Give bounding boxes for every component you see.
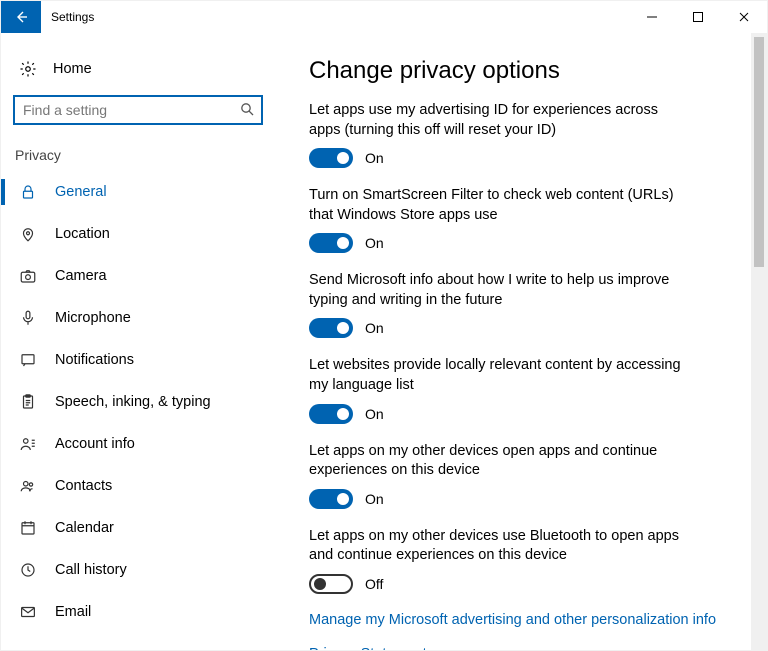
search-input[interactable] [13,95,263,125]
vertical-scrollbar[interactable] [751,33,767,650]
sidebar-item-label: Camera [55,268,107,284]
sidebar-item-label: Contacts [55,478,112,494]
body: Home Privacy Genera [1,33,767,650]
option-bluetooth: Let apps on my other devices use Bluetoo… [309,527,743,594]
scrollbar-thumb[interactable] [754,37,764,267]
sidebar: Home Privacy Genera [1,33,279,650]
contacts-icon [19,477,37,495]
sidebar-group-label: Privacy [1,133,279,171]
toggle-row: On [309,148,743,168]
toggle-state: On [365,406,384,422]
option-desc: Let websites provide locally relevant co… [309,356,689,395]
sidebar-item-label: Email [55,604,91,620]
toggle-typing-info[interactable] [309,318,353,338]
option-desc: Let apps on my other devices open apps a… [309,442,689,481]
toggle-state: Off [365,576,383,592]
option-desc: Let apps use my advertising ID for exper… [309,101,689,140]
calendar-icon [19,519,37,537]
sidebar-item-general[interactable]: General [1,171,279,213]
location-icon [19,225,37,243]
sidebar-item-label: General [55,184,107,200]
sidebar-item-label: Calendar [55,520,114,536]
sidebar-item-label: Speech, inking, & typing [55,394,211,410]
minimize-button[interactable] [629,1,675,33]
camera-icon [19,267,37,285]
email-icon [19,603,37,621]
close-button[interactable] [721,1,767,33]
sidebar-item-label: Location [55,226,110,242]
gear-icon [19,60,37,78]
option-desc: Send Microsoft info about how I write to… [309,271,689,310]
search-icon [239,101,255,117]
back-button[interactable] [1,1,41,33]
sidebar-item-calendar[interactable]: Calendar [1,507,279,549]
sidebar-item-camera[interactable]: Camera [1,255,279,297]
toggle-row: On [309,404,743,424]
toggle-language-list[interactable] [309,404,353,424]
option-typing-info: Send Microsoft info about how I write to… [309,271,743,338]
history-icon [19,561,37,579]
sidebar-nav: General Location C [1,171,279,633]
toggle-row: On [309,233,743,253]
sidebar-home-label: Home [53,61,92,77]
main-area: Change privacy options Let apps use my a… [279,33,767,650]
option-desc: Let apps on my other devices use Bluetoo… [309,527,689,566]
option-cross-device: Let apps on my other devices open apps a… [309,442,743,509]
sidebar-item-label: Account info [55,436,135,452]
sidebar-item-microphone[interactable]: Microphone [1,297,279,339]
link-privacy-statement[interactable]: Privacy Statement [309,646,743,650]
search-container [1,89,279,133]
toggle-row: Off [309,574,743,594]
arrow-left-icon [13,9,29,25]
sidebar-item-location[interactable]: Location [1,213,279,255]
titlebar: Settings [1,1,767,33]
sidebar-item-email[interactable]: Email [1,591,279,633]
content: Change privacy options Let apps use my a… [279,33,751,650]
toggle-state: On [365,235,384,251]
toggle-cross-device[interactable] [309,489,353,509]
sidebar-item-callhistory[interactable]: Call history [1,549,279,591]
notification-icon [19,351,37,369]
maximize-icon [690,9,706,25]
microphone-icon [19,309,37,327]
sidebar-item-notifications[interactable]: Notifications [1,339,279,381]
sidebar-item-contacts[interactable]: Contacts [1,465,279,507]
option-language-list: Let websites provide locally relevant co… [309,356,743,423]
sidebar-item-label: Notifications [55,352,134,368]
option-advertising-id: Let apps use my advertising ID for exper… [309,101,743,168]
account-icon [19,435,37,453]
toggle-row: On [309,318,743,338]
maximize-button[interactable] [675,1,721,33]
toggle-state: On [365,491,384,507]
sidebar-item-speech[interactable]: Speech, inking, & typing [1,381,279,423]
toggle-row: On [309,489,743,509]
option-smartscreen: Turn on SmartScreen Filter to check web … [309,186,743,253]
close-icon [736,9,752,25]
window-title: Settings [41,1,629,33]
sidebar-item-account[interactable]: Account info [1,423,279,465]
settings-window: Settings [0,0,768,651]
sidebar-item-home[interactable]: Home [1,49,279,89]
link-manage-advertising[interactable]: Manage my Microsoft advertising and othe… [309,612,743,628]
toggle-advertising-id[interactable] [309,148,353,168]
clipboard-icon [19,393,37,411]
option-desc: Turn on SmartScreen Filter to check web … [309,186,689,225]
toggle-state: On [365,320,384,336]
minimize-icon [644,9,660,25]
toggle-state: On [365,150,384,166]
lock-icon [19,183,37,201]
window-controls [629,1,767,33]
sidebar-item-label: Microphone [55,310,131,326]
toggle-bluetooth[interactable] [309,574,353,594]
page-title: Change privacy options [309,57,743,85]
sidebar-item-label: Call history [55,562,127,578]
toggle-smartscreen[interactable] [309,233,353,253]
